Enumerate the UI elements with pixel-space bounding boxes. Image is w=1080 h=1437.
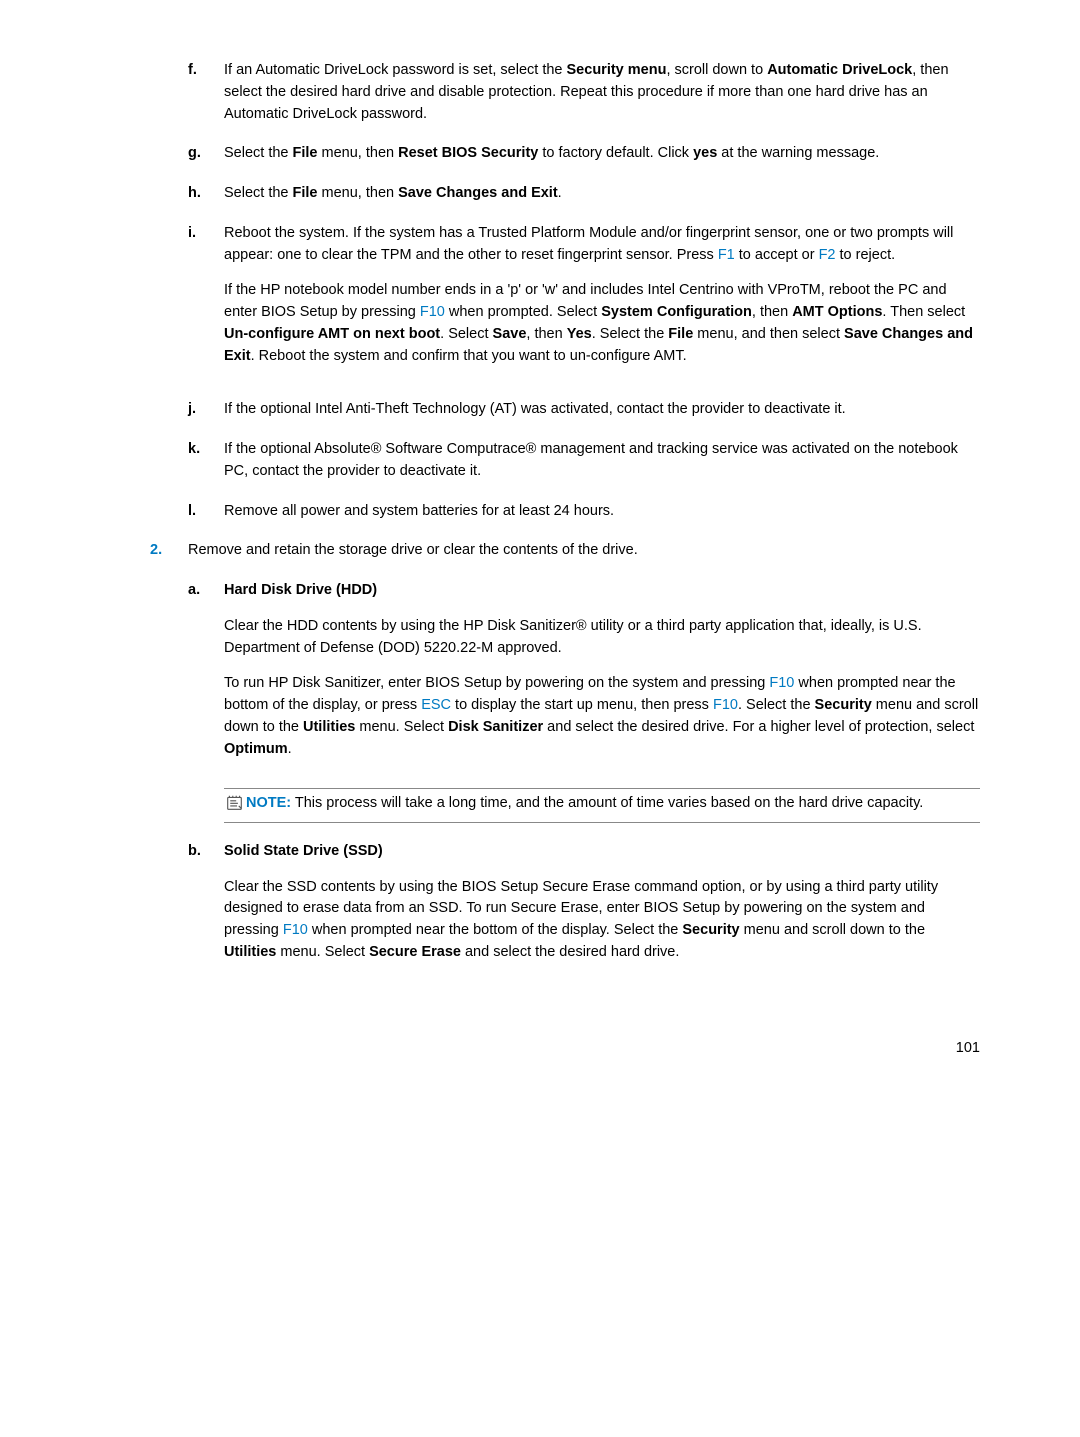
substep-g: g. Select the File menu, then Reset BIOS… [100, 143, 980, 165]
note-icon [226, 794, 246, 819]
substep-marker: k. [188, 439, 224, 483]
substep-para: Clear the HDD contents by using the HP D… [224, 616, 980, 660]
substep-text: If an Automatic DriveLock password is se… [224, 60, 980, 125]
substep-para: To run HP Disk Sanitizer, enter BIOS Set… [224, 673, 980, 760]
substep-title: Hard Disk Drive (HDD) [224, 582, 377, 598]
note-text: This process will take a long time, and … [295, 795, 923, 811]
substep-marker: i. [188, 223, 224, 382]
page-number: 101 [100, 1038, 980, 1060]
substep-marker: h. [188, 183, 224, 205]
substep-f: f. If an Automatic DriveLock password is… [100, 60, 980, 125]
substeps-list: f. If an Automatic DriveLock password is… [100, 60, 980, 522]
substep-j: j. If the optional Intel Anti-Theft Tech… [100, 399, 980, 421]
substep-text: Select the File menu, then Save Changes … [224, 183, 980, 205]
substep-marker: g. [188, 143, 224, 165]
substep-marker: b. [188, 841, 224, 978]
substep-h: h. Select the File menu, then Save Chang… [100, 183, 980, 205]
substep-text: If the optional Intel Anti-Theft Technol… [224, 399, 980, 421]
substep-para: Clear the SSD contents by using the BIOS… [224, 877, 980, 964]
substep-title: Solid State Drive (SSD) [224, 843, 383, 859]
step-marker: 2. [150, 540, 188, 562]
step-2a: a. Hard Disk Drive (HDD) Clear the HDD c… [100, 580, 980, 774]
substep-para: Reboot the system. If the system has a T… [224, 223, 980, 267]
substep-para: If the HP notebook model number ends in … [224, 280, 980, 367]
substep-text: Select the File menu, then Reset BIOS Se… [224, 143, 980, 165]
substep-text: Remove all power and system batteries fo… [224, 501, 980, 523]
substep-marker: f. [188, 60, 224, 125]
step-2: 2. Remove and retain the storage drive o… [100, 540, 980, 562]
substep-l: l. Remove all power and system batteries… [100, 501, 980, 523]
note-callout: NOTE: This process will take a long time… [224, 788, 980, 823]
substep-k: k. If the optional Absolute® Software Co… [100, 439, 980, 483]
step-text: Remove and retain the storage drive or c… [188, 540, 980, 562]
note-label: NOTE: [246, 795, 291, 811]
step-2b: b. Solid State Drive (SSD) Clear the SSD… [100, 841, 980, 978]
substep-i: i. Reboot the system. If the system has … [100, 223, 980, 382]
substep-text: If the optional Absolute® Software Compu… [224, 439, 980, 483]
substep-marker: j. [188, 399, 224, 421]
substep-marker: a. [188, 580, 224, 774]
substep-marker: l. [188, 501, 224, 523]
